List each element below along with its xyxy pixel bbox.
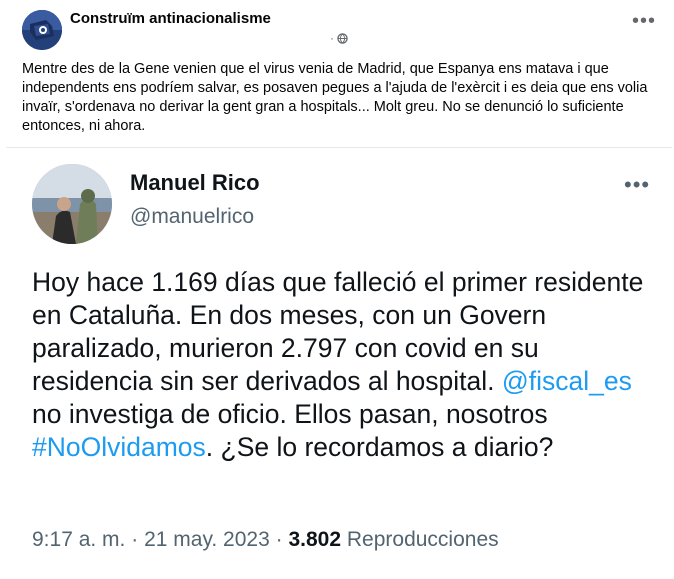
more-options-icon[interactable]: •••	[629, 11, 659, 36]
views-count: 3.802	[288, 528, 342, 551]
page-name[interactable]: Construïm antinacionalisme	[70, 10, 271, 27]
tweet-text-part-2: no investiga de oficio. Ellos pasan, nos…	[32, 399, 548, 429]
tweet-date[interactable]: 21 may. 2023	[144, 528, 270, 551]
footer-dot-2: ·	[275, 528, 283, 551]
tweet-text: Hoy hace 1.169 días que falleció el prim…	[32, 266, 652, 464]
mention-link[interactable]: @fiscal_es	[502, 366, 632, 396]
tweet-text-part-3: . ¿Se lo recordamos a diario?	[205, 432, 554, 462]
tweet-avatar	[32, 164, 112, 244]
tweet-author-name[interactable]: Manuel Rico	[130, 170, 260, 196]
tweet-footer: 9:17 a. m. · 21 may. 2023 · 3.802 Reprod…	[32, 528, 499, 552]
globe-icon[interactable]	[337, 32, 348, 44]
tweet-author-handle[interactable]: @manuelrico	[130, 205, 254, 229]
footer-dot: ·	[131, 528, 139, 551]
tweet-time[interactable]: 9:17 a. m.	[32, 528, 125, 551]
meta-dot: ·	[330, 31, 334, 45]
hashtag-link[interactable]: #NoOlvidamos	[32, 432, 206, 462]
flag-logo-icon	[22, 10, 62, 50]
post-text: Mentre des de la Gene venien que el viru…	[22, 61, 648, 134]
views-label: Reproducciones	[346, 528, 499, 551]
tweet-more-icon[interactable]: •••	[624, 172, 650, 198]
page-avatar[interactable]	[22, 10, 62, 50]
tweet-screenshot[interactable]: Manuel Rico @manuelrico ••• Hoy hace 1.1…	[6, 147, 672, 579]
profile-photo-icon	[32, 164, 112, 244]
facebook-post: Construïm antinacionalisme · ••• Mentre …	[0, 0, 674, 579]
post-meta: ·	[330, 31, 348, 45]
